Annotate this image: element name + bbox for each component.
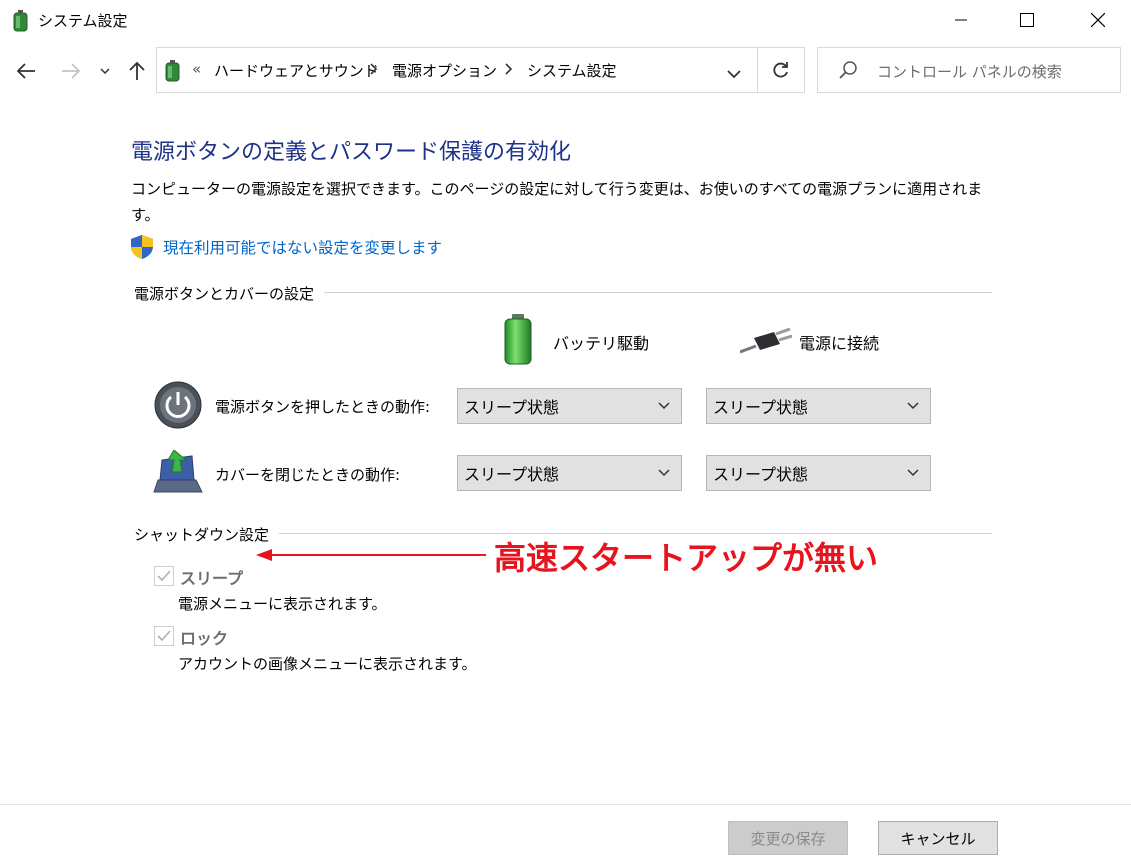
plugged-in-column-label: 電源に接続: [799, 334, 880, 353]
chevron-down-icon: [658, 402, 670, 410]
cancel-button[interactable]: キャンセル: [878, 821, 998, 855]
chevron-down-icon: [658, 469, 670, 477]
uac-shield-icon: [130, 234, 154, 264]
power-button-icon: [153, 380, 203, 434]
checkmark-icon: [157, 630, 171, 642]
address-history-dropdown-icon[interactable]: [727, 65, 741, 83]
checkmark-icon: [157, 570, 171, 582]
refresh-button[interactable]: [757, 47, 805, 93]
search-input[interactable]: コントロール パネルの検索: [877, 61, 1062, 82]
select-value: スリープ状態: [464, 465, 560, 484]
page-description: コンピューターの電源設定を選択できます。このページの設定に対して行う変更は、お使…: [131, 180, 983, 224]
shutdown-section-title: シャットダウン設定: [134, 524, 280, 545]
power-plug-icon: [739, 326, 793, 360]
breadcrumb-power-options[interactable]: 電源オプション: [392, 60, 497, 81]
select-value: スリープ状態: [713, 465, 809, 484]
power-button-action-label: 電源ボタンを押したときの動作:: [215, 398, 431, 416]
minimize-button[interactable]: [938, 0, 984, 40]
sleep-description: 電源メニューに表示されます。: [178, 595, 387, 613]
arrow-up-icon: [129, 61, 145, 80]
breadcrumb-separator-icon[interactable]: [370, 60, 378, 79]
select-value: スリープ状態: [713, 398, 809, 417]
change-unavailable-settings-link[interactable]: 現在利用可能ではない設定を変更します: [163, 236, 442, 258]
lock-checkbox-label[interactable]: ロック: [180, 625, 228, 649]
close-icon: [1091, 13, 1105, 27]
breadcrumb-system-settings[interactable]: システム設定: [527, 60, 617, 81]
power-button-battery-select[interactable]: スリープ状態: [457, 388, 682, 424]
select-value: スリープ状態: [464, 398, 560, 417]
recent-locations-button[interactable]: [92, 56, 118, 86]
breadcrumb-overflow[interactable]: «: [192, 60, 201, 78]
window-title: システム設定: [38, 12, 128, 30]
breadcrumb-hardware-sound[interactable]: ハードウェアとサウンド: [214, 60, 379, 81]
forward-button[interactable]: [56, 56, 86, 86]
power-section-title: 電源ボタンとカバーの設定: [134, 283, 325, 304]
save-changes-button[interactable]: 変更の保存: [728, 821, 848, 855]
breadcrumb-separator-icon[interactable]: [505, 60, 513, 79]
sleep-checkbox[interactable]: [154, 566, 174, 586]
back-button[interactable]: [11, 56, 41, 86]
chevron-down-icon: [907, 402, 919, 410]
lid-close-plugged-select[interactable]: スリープ状態: [706, 455, 931, 491]
battery-app-icon: [10, 8, 32, 32]
arrow-left-icon: [16, 63, 35, 79]
lock-checkbox[interactable]: [154, 626, 174, 646]
footer-divider: [0, 804, 1131, 805]
sleep-checkbox-label[interactable]: スリープ: [180, 565, 243, 589]
refresh-icon: [773, 62, 788, 78]
power-button-plugged-select[interactable]: スリープ状態: [706, 388, 931, 424]
battery-location-icon: [162, 58, 184, 82]
annotation-label: 高速スタートアップが無い: [494, 539, 879, 577]
minimize-icon: [955, 19, 967, 21]
lock-description: アカウントの画像メニューに表示されます。: [178, 655, 477, 673]
chevron-down-icon: [100, 68, 110, 74]
search-icon: [838, 60, 858, 84]
maximize-button[interactable]: [1004, 0, 1050, 40]
lid-close-action-label: カバーを閉じたときの動作:: [215, 466, 401, 484]
maximize-icon: [1020, 13, 1034, 27]
up-button[interactable]: [122, 56, 152, 86]
page-title: 電源ボタンの定義とパスワード保護の有効化: [131, 140, 572, 165]
close-button[interactable]: [1075, 0, 1121, 40]
lid-close-battery-select[interactable]: スリープ状態: [457, 455, 682, 491]
laptop-lid-icon: [152, 449, 204, 500]
battery-icon: [503, 313, 533, 369]
annotation-arrow: [256, 547, 488, 567]
chevron-down-icon: [907, 469, 919, 477]
battery-column-label: バッテリ駆動: [553, 334, 650, 353]
arrow-right-icon: [62, 63, 81, 79]
